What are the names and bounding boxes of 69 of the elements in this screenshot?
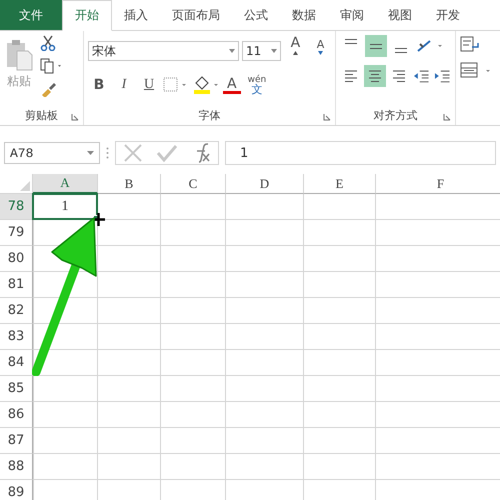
- caret-icon: [270, 49, 277, 53]
- ribbon-tab[interactable]: 开发: [424, 0, 472, 30]
- group-label: 字体: [198, 108, 220, 122]
- row-header[interactable]: 87: [0, 428, 33, 454]
- dialog-launcher-icon[interactable]: [71, 113, 79, 121]
- align-bottom-icon: [395, 48, 407, 53]
- formula-input[interactable]: 1: [225, 141, 496, 165]
- row-header[interactable]: 79: [0, 220, 33, 246]
- grow-font-button[interactable]: A: [284, 35, 307, 67]
- font-style-button[interactable]: B: [88, 77, 110, 93]
- caret-icon: [228, 49, 235, 53]
- font-style-button[interactable]: U: [138, 77, 160, 93]
- ribbon-tab[interactable]: 公式: [232, 0, 280, 30]
- font-color-button[interactable]: A: [223, 76, 241, 94]
- ribbon-tab[interactable]: 数据: [280, 0, 328, 30]
- ribbon-tab[interactable]: 视图: [376, 0, 424, 30]
- group-label: 剪贴板: [25, 108, 58, 122]
- column-header[interactable]: F: [376, 174, 500, 194]
- ribbon-tab[interactable]: 开始: [62, 0, 112, 31]
- shrink-font-button[interactable]: A: [310, 38, 331, 64]
- vertical-align-button[interactable]: [365, 35, 387, 57]
- row-header[interactable]: 89: [0, 480, 33, 500]
- active-cell[interactable]: 1: [32, 193, 98, 220]
- horizontal-align-button[interactable]: [364, 65, 386, 87]
- name-box[interactable]: A78: [4, 142, 100, 164]
- grip-dots-icon[interactable]: [106, 147, 109, 159]
- row-header[interactable]: 80: [0, 246, 33, 272]
- dialog-launcher-icon[interactable]: [443, 113, 451, 121]
- font-style-button[interactable]: I: [113, 77, 135, 93]
- group-label: 对齐方式: [374, 108, 418, 122]
- row-header[interactable]: 82: [0, 298, 33, 324]
- clipboard-icon: [4, 39, 34, 71]
- column-header[interactable]: C: [161, 174, 226, 194]
- row-header[interactable]: 81: [0, 272, 33, 298]
- copy-icon[interactable]: [40, 58, 64, 74]
- font-size-dropdown[interactable]: 11: [242, 41, 281, 61]
- caret-up-icon: [293, 51, 298, 55]
- column-header[interactable]: A: [33, 174, 98, 194]
- increase-indent-icon[interactable]: [434, 68, 452, 84]
- wrap-text-icon[interactable]: [460, 35, 480, 53]
- caret-icon: [318, 51, 324, 55]
- align-right-icon: [391, 68, 408, 84]
- checkmark-icon[interactable]: [156, 143, 178, 163]
- font-name-dropdown[interactable]: 宋体: [88, 41, 239, 61]
- row-header[interactable]: 85: [0, 376, 33, 402]
- ribbon-tab[interactable]: 插入: [112, 0, 160, 30]
- caret-icon: [87, 151, 94, 155]
- crosshair-cursor-icon: [92, 213, 105, 226]
- phonetic-button[interactable]: wén 文: [244, 75, 270, 95]
- column-header[interactable]: E: [304, 174, 376, 194]
- align-middle-icon: [370, 44, 382, 48]
- ribbon-tab[interactable]: 页面布局: [160, 0, 232, 30]
- align-left-icon: [342, 68, 359, 84]
- row-header[interactable]: 78: [0, 194, 33, 220]
- decrease-indent-icon[interactable]: [413, 68, 431, 84]
- scissors-icon[interactable]: [40, 35, 56, 51]
- align-center-icon: [367, 68, 384, 84]
- ribbon-tab[interactable]: 审阅: [328, 0, 376, 30]
- row-header[interactable]: 88: [0, 454, 33, 480]
- format-painter-icon[interactable]: [40, 81, 58, 97]
- row-header[interactable]: 83: [0, 324, 33, 350]
- file-tab[interactable]: 文件: [0, 0, 62, 30]
- dialog-launcher-icon[interactable]: [323, 113, 331, 121]
- column-header[interactable]: D: [226, 174, 304, 194]
- row-header[interactable]: 84: [0, 350, 33, 376]
- fill-color-icon[interactable]: [192, 75, 220, 95]
- column-header[interactable]: B: [98, 174, 161, 194]
- row-header[interactable]: 86: [0, 402, 33, 428]
- align-top-icon: [345, 39, 357, 44]
